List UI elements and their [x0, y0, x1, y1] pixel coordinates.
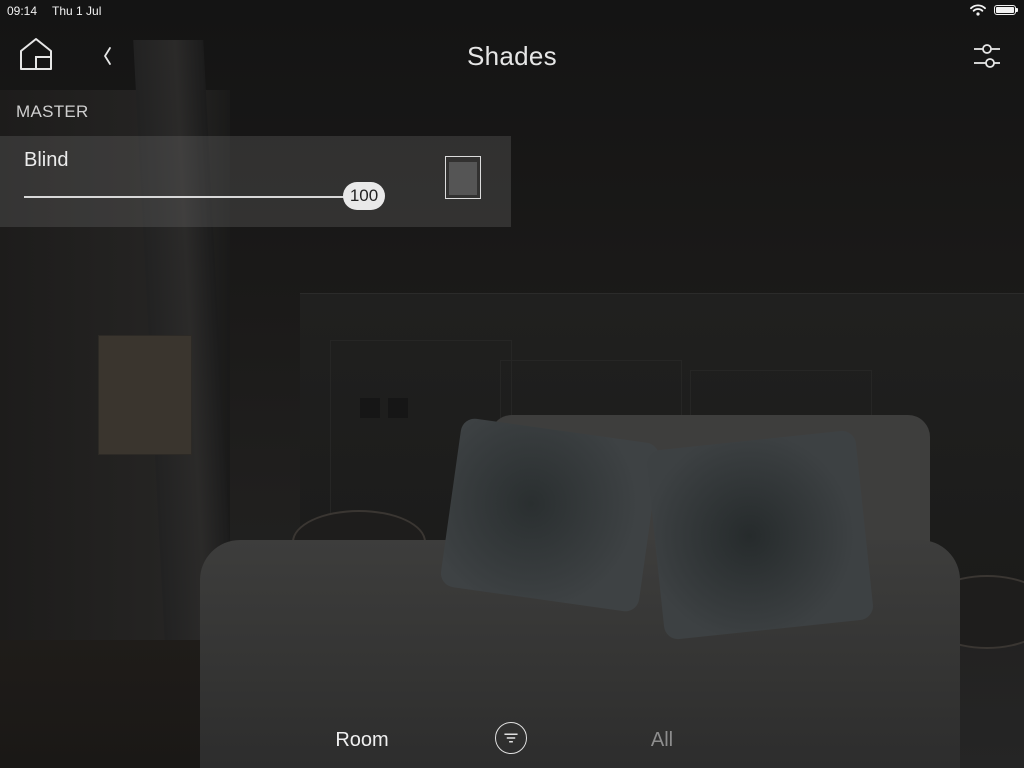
- home-icon[interactable]: [18, 36, 54, 72]
- battery-icon: [994, 5, 1018, 15]
- status-bar: 09:14 Thu 1 Jul: [0, 0, 1024, 22]
- page-title: Shades: [467, 41, 557, 71]
- filter-icon[interactable]: [495, 722, 527, 754]
- blind-level-slider[interactable]: 100: [24, 182, 385, 210]
- blind-fill: [449, 162, 477, 195]
- slider-thumb[interactable]: 100: [343, 182, 385, 210]
- blind-icon[interactable]: [445, 156, 481, 199]
- tab-all[interactable]: All: [622, 729, 702, 752]
- tab-room[interactable]: Room: [322, 729, 402, 752]
- room-background-image: [0, 0, 1024, 768]
- sliders-icon[interactable]: [970, 41, 1004, 71]
- status-date: Thu 1 Jul: [52, 4, 102, 18]
- shade-name: Blind: [24, 149, 69, 171]
- section-label-master: MASTER: [16, 102, 89, 121]
- status-time: 09:14: [7, 4, 38, 18]
- shade-card-blind: Blind 100: [0, 136, 511, 227]
- wifi-icon: [970, 4, 986, 16]
- bottom-nav: Room All: [0, 718, 1024, 768]
- chevron-left-icon[interactable]: [100, 44, 116, 68]
